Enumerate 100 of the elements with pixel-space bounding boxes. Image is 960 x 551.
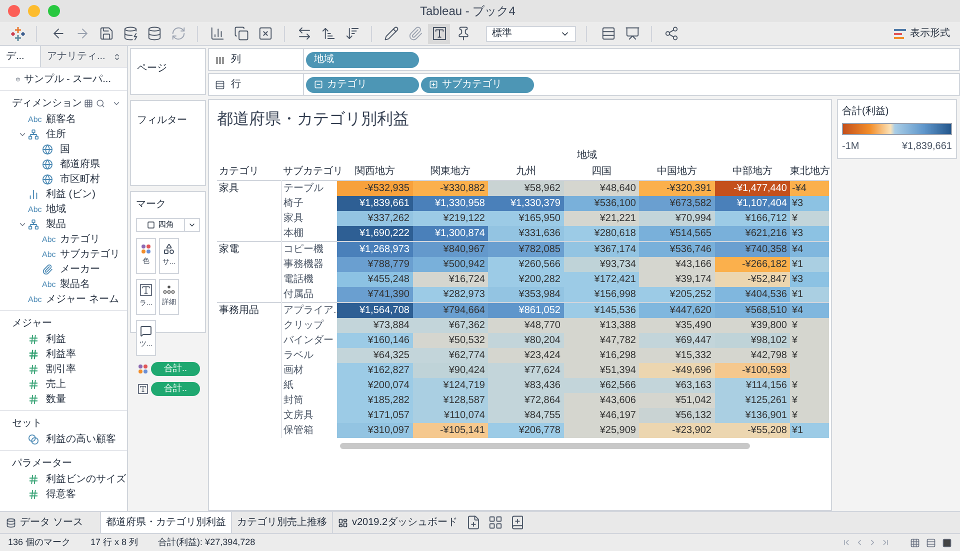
collapse-icon[interactable] — [314, 80, 323, 89]
table-cell: ¥1,330,379 — [488, 196, 564, 210]
field-item[interactable]: 割引率 — [46, 362, 76, 377]
data-source-tab[interactable]: データ ソース — [0, 512, 100, 533]
field-item[interactable]: 数量 — [46, 392, 66, 407]
text-label-icon — [432, 27, 446, 40]
grid-view-icon[interactable] — [910, 538, 920, 548]
chevron-icon[interactable] — [18, 130, 28, 139]
table-cell: -¥52,847 — [714, 272, 790, 286]
square-icon — [147, 221, 155, 229]
grid-icon[interactable] — [84, 99, 93, 108]
field-item[interactable]: カテゴリ — [60, 232, 100, 247]
subcategory-label: 保管箱 — [284, 424, 314, 436]
search-icon[interactable] — [96, 99, 105, 108]
field-item[interactable]: サブカテゴリ — [60, 247, 120, 262]
field-item[interactable]: 利益 (ビン) — [46, 187, 96, 202]
table-cell: ¥3 — [790, 226, 830, 241]
column-header: 東北地方 — [790, 166, 830, 177]
window-title: Tableau - ブック4 — [420, 3, 516, 20]
field-item[interactable]: 住所 — [46, 127, 66, 142]
table-cell: ¥1,690,222 — [337, 226, 412, 241]
field-item[interactable]: メジャー ネーム — [46, 292, 119, 307]
status-text: 合計(利益): ¥27,394,728 — [158, 536, 256, 549]
table-cell: ¥404,536 — [714, 286, 790, 302]
table-cell: ¥39,174 — [639, 272, 714, 286]
subcategory-label: クリップ — [284, 320, 324, 330]
field-item[interactable]: 国 — [60, 142, 70, 157]
table-cell: ¥46,197 — [564, 408, 639, 422]
table-cell: ¥43,166 — [639, 256, 714, 272]
text-type-icon: Abc — [42, 278, 60, 290]
table-cell: ¥ — [790, 210, 830, 226]
horizontal-scrollbar[interactable] — [340, 442, 750, 448]
column-header: サブカテゴリ — [283, 166, 343, 177]
table-cell: ¥67,362 — [412, 318, 488, 332]
table-cell: ¥1 — [790, 256, 830, 272]
table-cell: ¥4 — [790, 241, 830, 256]
table-cell: ¥48,770 — [488, 318, 564, 332]
app-logo-icon[interactable] — [10, 26, 26, 42]
category-label: 家具 — [219, 182, 239, 194]
list-view-icon[interactable] — [926, 538, 936, 548]
field-item[interactable]: 得意客 — [46, 487, 76, 502]
field-item[interactable]: 利益ビンのサイズ — [46, 472, 126, 487]
field-item[interactable]: 市区町村 — [60, 172, 100, 187]
subcategory-label: 事務機器 — [284, 258, 324, 270]
field-item[interactable]: 製品 — [46, 217, 66, 232]
table-cell: ¥206,778 — [488, 422, 564, 438]
chevron-icon[interactable] — [18, 220, 28, 229]
detail-dots-icon — [163, 285, 175, 296]
field-item[interactable]: 利益 — [46, 332, 66, 347]
category-label: 事務用品 — [219, 304, 259, 316]
paperclip-icon — [42, 264, 53, 275]
hierarchy-icon — [28, 219, 39, 230]
number-icon — [28, 379, 39, 390]
table-cell: ¥1 — [790, 286, 830, 302]
mark-type-dropdown[interactable]: 四角 — [136, 218, 200, 232]
column-header: 中国地方 — [656, 166, 697, 177]
caret-icon[interactable] — [112, 99, 121, 108]
field-item[interactable]: 利益率 — [46, 347, 76, 362]
table-cell: ¥ — [790, 392, 830, 408]
pane-tab[interactable]: アナリティ... — [40, 46, 127, 67]
table-cell: ¥861,052 — [488, 302, 564, 318]
database-icon — [6, 518, 16, 528]
status-text: 136 個のマーク — [8, 536, 71, 549]
sheet-tab[interactable]: 都道府県・カテゴリ別利益 — [100, 512, 231, 533]
field-item[interactable]: メーカー — [60, 262, 100, 277]
table-cell: ¥280,618 — [564, 226, 639, 241]
dashboard-icon — [338, 518, 348, 528]
table-cell: -¥49,696 — [639, 362, 714, 378]
table-cell: ¥172,421 — [564, 272, 639, 286]
number-icon — [28, 364, 39, 375]
table-cell: ¥1,839,661 — [337, 196, 412, 210]
table-cell: ¥125,261 — [714, 392, 790, 408]
card-title: マーク — [136, 198, 167, 212]
text-label-button[interactable] — [428, 24, 450, 44]
show-me-button[interactable]: 表示形式 — [894, 26, 950, 41]
globe-icon — [42, 174, 53, 185]
field-item[interactable]: 製品名 — [60, 277, 90, 292]
table-cell: ¥42,798 — [714, 348, 790, 362]
field-item[interactable]: 顧客名 — [46, 112, 76, 127]
table-cell: ¥156,998 — [564, 286, 639, 302]
field-item[interactable]: 利益の高い顧客 — [46, 432, 116, 447]
table-cell: ¥16,298 — [564, 348, 639, 362]
single-view-icon[interactable] — [942, 538, 952, 548]
field-item[interactable]: 売上 — [46, 377, 66, 392]
table-cell: ¥673,582 — [639, 196, 714, 210]
expand-icon[interactable] — [429, 80, 438, 89]
colored-bars-icon — [894, 28, 906, 38]
field-item[interactable]: 地域 — [46, 202, 66, 217]
subcategory-label: テーブル — [284, 182, 324, 194]
table-cell: ¥171,057 — [337, 408, 412, 422]
column-header: 関東地方 — [430, 166, 470, 177]
text-type-icon: Abc — [42, 234, 60, 246]
table-cell: ¥621,216 — [714, 226, 790, 241]
data-source-name[interactable]: サンプル - スーパ... — [24, 72, 111, 86]
fit-dropdown[interactable]: 標準 — [486, 26, 576, 42]
table-cell: ¥62,566 — [564, 378, 639, 392]
table-cell: ¥23,424 — [488, 348, 564, 362]
number-icon — [28, 394, 39, 405]
table-cell: ¥16,724 — [412, 272, 488, 286]
field-item[interactable]: 都道府県 — [60, 157, 100, 172]
